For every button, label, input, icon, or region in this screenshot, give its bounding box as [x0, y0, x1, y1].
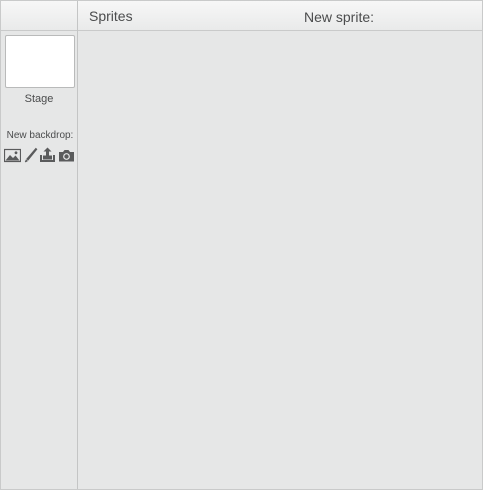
- camera-icon: [59, 150, 74, 162]
- upload-backdrop-button[interactable]: [39, 147, 56, 163]
- camera-backdrop-button[interactable]: [58, 147, 75, 163]
- new-backdrop-label: New backdrop:: [6, 130, 74, 141]
- new-backdrop-toolbar: [4, 147, 76, 163]
- paintbrush-icon: [24, 147, 38, 163]
- sprites-list-area[interactable]: [78, 31, 482, 489]
- sprites-title: Sprites: [89, 8, 133, 24]
- new-sprite-label: New sprite:: [304, 9, 375, 25]
- landscape-picture-icon: [4, 148, 21, 163]
- sprite-library-panel: Stage New backdrop: Sprites New sprite:: [0, 0, 483, 490]
- backdrop-library-button[interactable]: [4, 147, 21, 163]
- stage-column-header: [1, 1, 77, 31]
- paint-backdrop-button[interactable]: [23, 147, 40, 163]
- sprites-header: Sprites New sprite:: [78, 1, 482, 31]
- stage-column: Stage New backdrop:: [1, 1, 78, 489]
- stage-label: Stage: [24, 93, 54, 105]
- stage-thumbnail[interactable]: [5, 35, 75, 88]
- upload-file-icon: [40, 147, 55, 162]
